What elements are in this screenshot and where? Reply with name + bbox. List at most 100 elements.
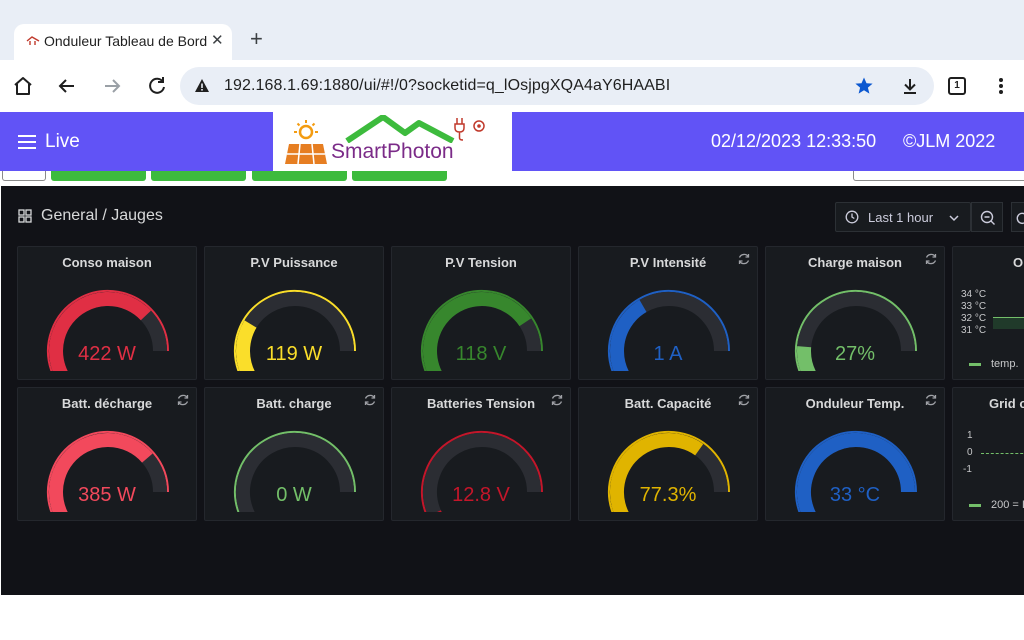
gauge-panel[interactable]: Batt. charge 0 W [204, 387, 384, 521]
gauge-value: 422 W [78, 343, 136, 365]
dashboard-header: Live SmartPhoton 02/12/2023 12:33:50 ©JL… [0, 112, 1024, 171]
strip-button[interactable] [2, 171, 46, 181]
gauge-value: 385 W [78, 484, 136, 506]
panel-title: P.V Tension [445, 255, 517, 270]
axis-tick: -1 [963, 464, 972, 475]
panel-title: Batt. charge [256, 396, 332, 411]
time-range-picker[interactable]: Last 1 hour [835, 202, 971, 232]
refresh-button[interactable] [1011, 202, 1024, 232]
browser-toolbar: 192.168.1.69:1880/ui/#!/0?socketid=q_lOs… [0, 60, 1024, 112]
axis-tick: 34 °C [961, 289, 987, 300]
panel-refresh-icon[interactable] [924, 252, 938, 266]
panel-refresh-icon[interactable] [737, 393, 751, 407]
warning-icon[interactable] [194, 78, 210, 94]
hamburger-menu-icon[interactable] [18, 135, 36, 149]
panel-title: P.V Intensité [629, 255, 707, 270]
bookmark-star-icon[interactable] [854, 76, 874, 96]
gauge-panel[interactable]: Batt. décharge 385 W [17, 387, 197, 521]
tab-count-icon[interactable]: 1 [948, 77, 966, 95]
dashboard-grid-icon [18, 209, 32, 223]
legend-label: temp. [991, 358, 1019, 370]
header-datetime: 02/12/2023 12:33:50 [711, 131, 877, 151]
home-icon[interactable] [11, 74, 35, 98]
panel-refresh-icon[interactable] [924, 393, 938, 407]
tab-close-icon[interactable]: ✕ [211, 31, 224, 49]
zoom-out-icon [980, 210, 995, 225]
time-range-label: Last 1 hour [868, 210, 934, 225]
page-title: Live [45, 131, 80, 152]
gauge-panel[interactable]: Batt. Capacité 77.3% [578, 387, 758, 521]
panel-refresh-icon[interactable] [550, 393, 564, 407]
legend-swatch [969, 504, 981, 507]
panel-title: On [1013, 255, 1024, 270]
strip-button[interactable] [352, 171, 447, 181]
panel-title: Charge maison [808, 255, 902, 270]
gauge-panel[interactable]: Conso maison 422 W [17, 246, 197, 380]
panel-title: Batt. décharge [61, 396, 153, 411]
panel-refresh-icon[interactable] [363, 393, 377, 407]
temp-series-line [993, 317, 1024, 329]
roof-icon [345, 115, 455, 143]
gauge-value: 118 V [455, 343, 507, 365]
logo-text: SmartPhoton [331, 140, 454, 163]
axis-tick: 32 °C [961, 313, 987, 324]
gauge-panel[interactable]: P.V Puissance 119 W [204, 246, 384, 380]
solar-panel-icon [285, 120, 327, 165]
grid-timeseries-panel[interactable]: Grid o 1 0 -1 200 = I [952, 387, 1024, 521]
gauge-value: 33 °C [829, 484, 881, 506]
gauge-value: 119 W [265, 343, 323, 365]
gauge-panel[interactable]: Onduleur Temp. 33 °C [765, 387, 945, 521]
gauge-value: 27% [834, 343, 876, 365]
button-strip [0, 171, 1024, 187]
grafana-dashboard: General / Jauges Last 1 hour Conso maiso… [1, 186, 1024, 595]
more-vert-icon[interactable] [989, 74, 1013, 98]
zoom-out-button[interactable] [971, 202, 1003, 232]
gauge-panel[interactable]: P.V Tension 118 V [391, 246, 571, 380]
smartphoton-logo: SmartPhoton [273, 112, 512, 171]
panel-refresh-icon[interactable] [176, 393, 190, 407]
gauge-value: 1 A [653, 343, 683, 365]
gauge-value: 0 W [276, 484, 312, 506]
legend[interactable]: temp. [969, 357, 1024, 373]
panel-title: P.V Puissance [250, 255, 338, 270]
favicon-icon [26, 36, 40, 45]
breadcrumb[interactable]: General / Jauges [41, 207, 163, 225]
clock-icon [845, 210, 859, 224]
panel-title: Batteries Tension [426, 396, 536, 411]
panel-title: Conso maison [62, 255, 152, 270]
forward-arrow-icon[interactable] [100, 74, 124, 98]
new-tab-button[interactable]: + [250, 28, 263, 50]
gauge-value: 77.3% [639, 484, 697, 506]
strip-button[interactable] [151, 171, 246, 181]
legend-swatch [969, 363, 981, 366]
tab-title: Onduleur Tableau de Bord [44, 33, 208, 49]
address-bar[interactable]: 192.168.1.69:1880/ui/#!/0?socketid=q_lOs… [180, 67, 934, 105]
grid-series-line [981, 453, 1024, 454]
strip-button[interactable] [252, 171, 347, 181]
panel-title: Onduleur Temp. [805, 396, 905, 411]
url-text: 192.168.1.69:1880/ui/#!/0?socketid=q_lOs… [224, 77, 671, 94]
temp-timeseries-panel[interactable]: On 34 °C 33 °C 32 °C 31 °C temp. [952, 246, 1024, 380]
gauge-panel[interactable]: Charge maison 27% [765, 246, 945, 380]
back-arrow-icon[interactable] [55, 74, 79, 98]
gauge-value: 12.8 V [452, 484, 510, 506]
strip-select[interactable] [853, 171, 1024, 181]
strip-button[interactable] [51, 171, 146, 181]
panel-title: Batt. Capacité [624, 396, 712, 411]
axis-tick: 33 °C [961, 301, 987, 312]
axis-tick: 0 [967, 447, 973, 458]
browser-tab[interactable]: Onduleur Tableau de Bord ✕ [14, 24, 232, 60]
legend-label: 200 = I [991, 499, 1024, 511]
browser-tabbar: Onduleur Tableau de Bord ✕ + [0, 0, 1024, 60]
header-copyright: ©JLM 2022 [903, 131, 996, 151]
gauge-panel[interactable]: Batteries Tension 12.8 V [391, 387, 571, 521]
download-icon[interactable] [900, 76, 920, 96]
gauge-panel[interactable]: P.V Intensité 1 A [578, 246, 758, 380]
axis-tick: 31 °C [961, 325, 987, 336]
refresh-icon [1016, 212, 1024, 225]
legend[interactable]: 200 = I [969, 498, 1024, 514]
panel-refresh-icon[interactable] [737, 252, 751, 266]
reload-icon[interactable] [145, 74, 169, 98]
panel-title: Grid o [989, 396, 1024, 411]
axis-tick: 1 [967, 430, 973, 441]
